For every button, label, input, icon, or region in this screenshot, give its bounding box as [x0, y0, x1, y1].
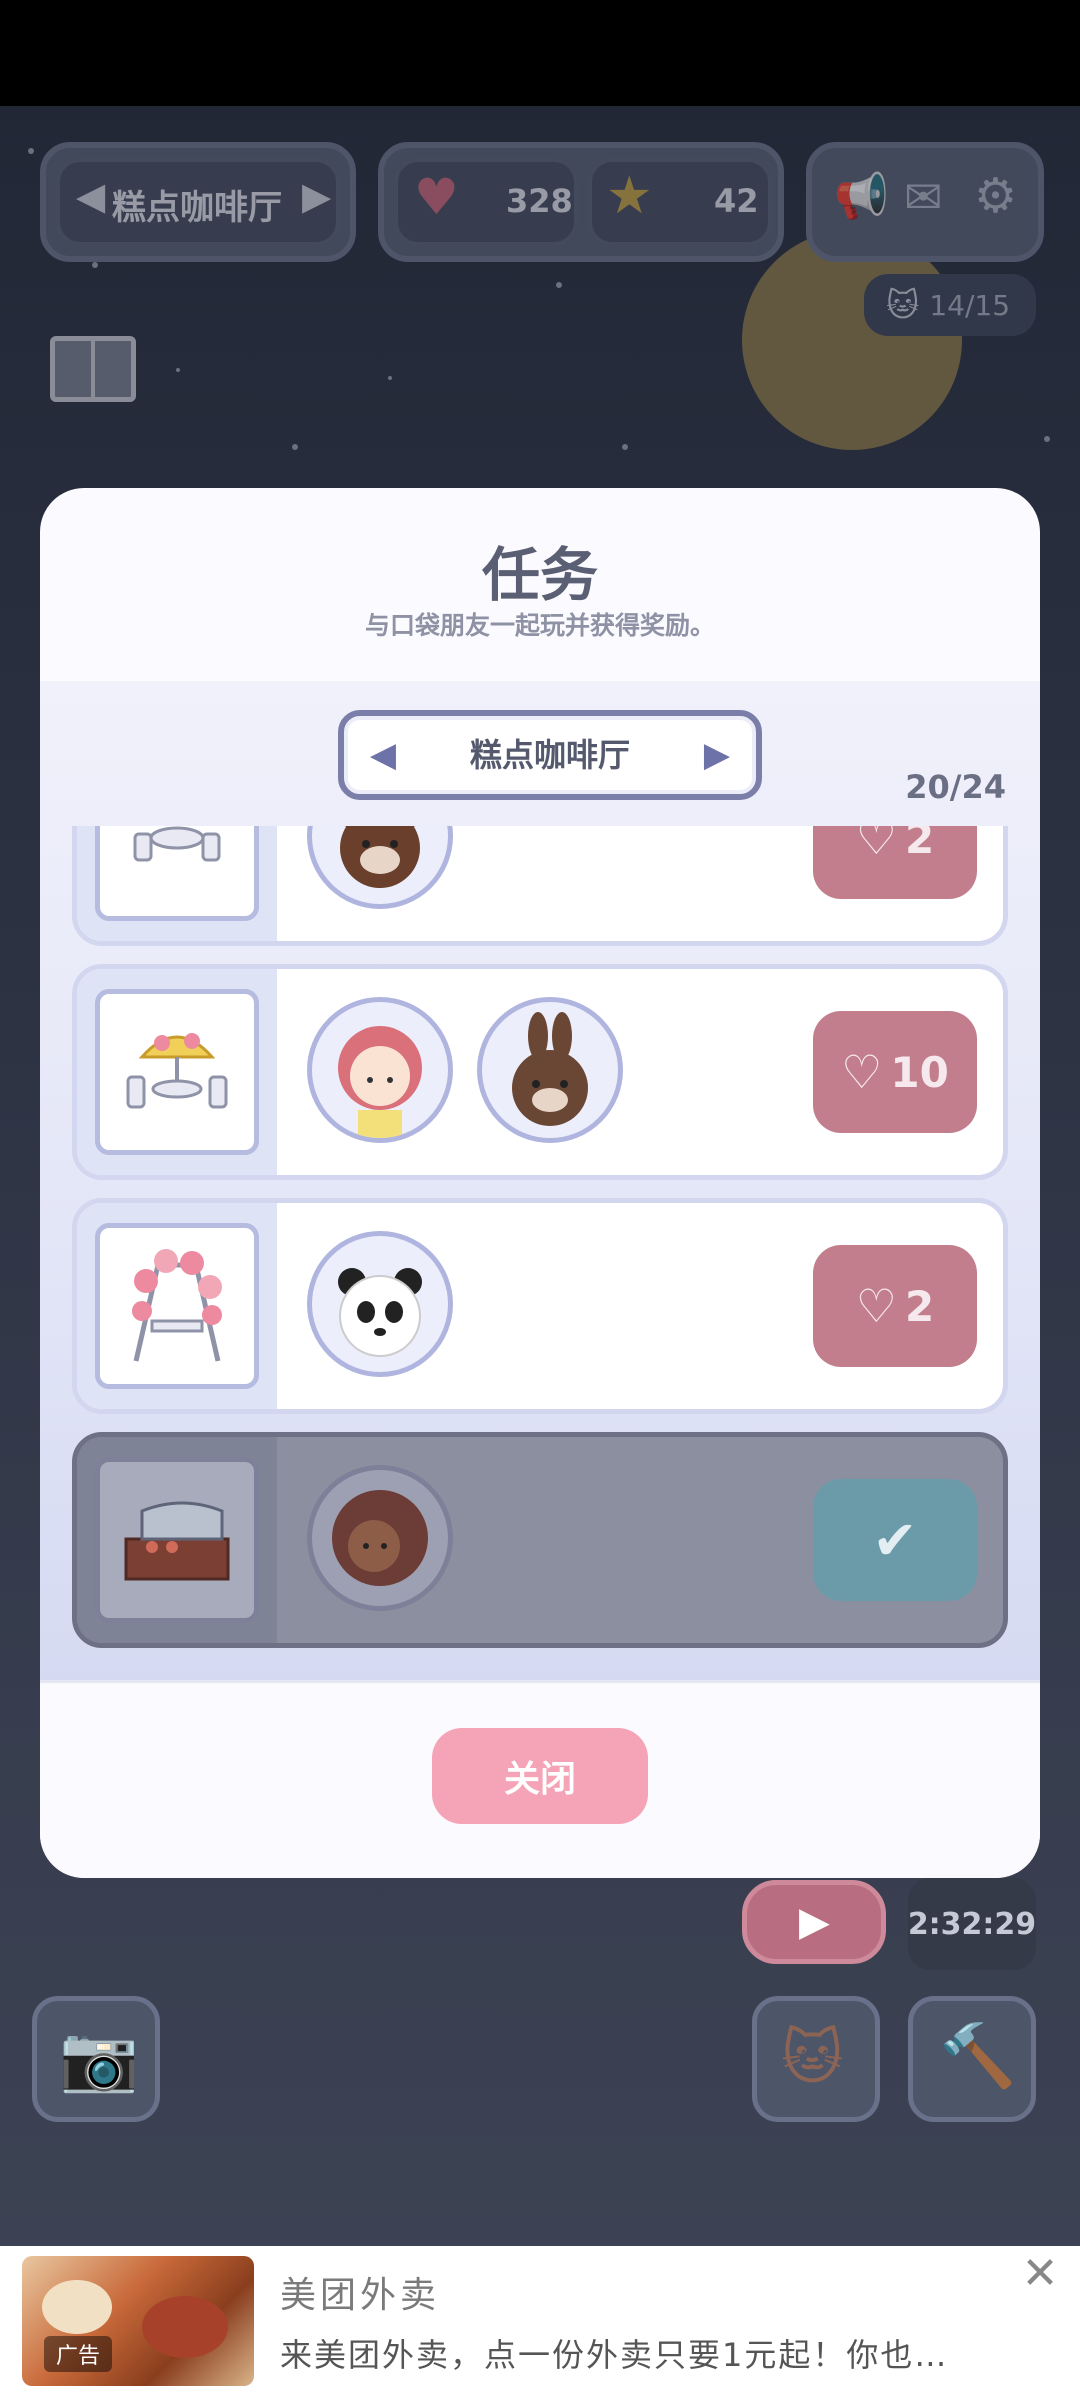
- build-tools-button[interactable]: 🔨: [908, 1996, 1036, 2122]
- heart-outline-icon: ♡: [841, 1045, 883, 1099]
- furniture-thumbnail: [95, 826, 259, 921]
- completed-check-button: ✔: [813, 1479, 977, 1601]
- task-row: ♡ 2: [72, 826, 1008, 946]
- reward-button[interactable]: ♡ 2: [813, 826, 977, 899]
- reward-button[interactable]: ♡ 2: [813, 1245, 977, 1367]
- ad-image: 广告: [22, 2256, 254, 2386]
- task-row-completed: ✔: [72, 1432, 1008, 1648]
- close-ad-icon[interactable]: ✕: [1016, 2250, 1064, 2298]
- location-selector: ◀ 糕点咖啡厅 ▶: [338, 710, 762, 800]
- modal-subtitle: 与口袋朋友一起玩并获得奖励。: [364, 611, 715, 640]
- play-icon: ▶: [799, 1899, 830, 1945]
- tasks-modal: 任务 与口袋朋友一起玩并获得奖励。 ◀ 糕点咖啡厅 ▶ 20/24 ♡ 2 ♡ …: [40, 488, 1040, 1878]
- selector-next-button[interactable]: ▶: [694, 732, 740, 778]
- watch-video-button[interactable]: ▶: [742, 1880, 886, 1964]
- hammer-icon: 🔨: [939, 2019, 1017, 2092]
- reward-amount: 2: [905, 1281, 935, 1331]
- ad-title: 美团外卖: [280, 2275, 441, 2316]
- status-bar: [0, 0, 1080, 106]
- ad-description: 来美团外卖，点一份外卖只要1元起！你也…: [280, 2336, 949, 2374]
- add-cat-button[interactable]: 🐱: [752, 1996, 880, 2122]
- modal-title: 任务: [481, 541, 598, 609]
- reward-amount: 10: [890, 1047, 949, 1097]
- ad-tag: 广告: [44, 2336, 113, 2372]
- panda-avatar: [307, 1231, 453, 1377]
- cat-plus-icon: 🐱: [781, 2023, 844, 2093]
- reward-amount: 2: [905, 826, 935, 863]
- furniture-thumbnail: [95, 1457, 259, 1623]
- furniture-thumbnail: [95, 1223, 259, 1389]
- task-progress: 20/24: [905, 768, 1006, 806]
- curly-hair-avatar: [307, 1465, 453, 1611]
- camera-button[interactable]: 📷: [32, 1996, 160, 2122]
- task-row: ♡ 10: [72, 964, 1008, 1180]
- countdown-timer: 2:32:29: [908, 1878, 1036, 1970]
- task-row: ♡ 2: [72, 1198, 1008, 1414]
- bunny-avatar: [477, 997, 623, 1143]
- reward-button[interactable]: ♡ 10: [813, 1011, 977, 1133]
- screen: { "hud": { "location": "糕点咖啡厅", "hearts"…: [0, 0, 1080, 2400]
- close-button[interactable]: 关闭: [432, 1728, 648, 1824]
- task-list[interactable]: ♡ 2 ♡ 10 ♡ 2 ✔: [40, 826, 1040, 1686]
- red-panda-avatar: [307, 826, 453, 909]
- ad-banner[interactable]: 广告 美团外卖 来美团外卖，点一份外卖只要1元起！你也…: [0, 2246, 1080, 2400]
- checkmark-icon: ✔: [872, 1508, 918, 1572]
- camera-icon: 📷: [59, 2022, 139, 2096]
- heart-outline-icon: ♡: [855, 1279, 897, 1333]
- girl-avatar: [307, 997, 453, 1143]
- heart-outline-icon: ♡: [855, 826, 897, 865]
- furniture-thumbnail: [95, 989, 259, 1155]
